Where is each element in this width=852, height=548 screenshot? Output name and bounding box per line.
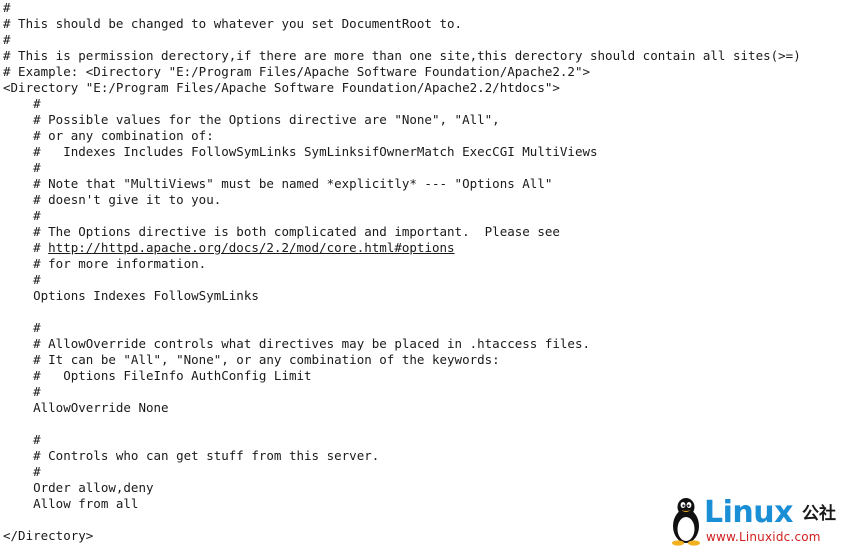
code-line-text: # The Options directive is both complica…	[3, 224, 560, 239]
code-line: #	[0, 208, 852, 224]
code-line: #	[0, 96, 852, 112]
watermark-brand-cn: 公社	[802, 504, 836, 524]
code-line-text: #	[3, 160, 41, 175]
code-line: # This is permission derectory,if there …	[0, 48, 852, 64]
code-line: # AllowOverride controls what directives…	[0, 336, 852, 352]
code-line-text: #	[3, 96, 41, 111]
code-line-text: #	[3, 432, 41, 447]
code-line-text: # Note that "MultiViews" must be named *…	[3, 176, 553, 191]
code-line-text: # AllowOverride controls what directives…	[3, 336, 590, 351]
code-line: # doesn't give it to you.	[0, 192, 852, 208]
code-line: # for more information.	[0, 256, 852, 272]
code-line-text: #	[3, 208, 41, 223]
code-line-text: # This should be changed to whatever you…	[3, 16, 463, 31]
code-line: #	[0, 320, 852, 336]
code-line-text: #	[3, 320, 41, 335]
code-line-text: # Options FileInfo AuthConfig Limit	[3, 368, 312, 383]
code-line-text: # Indexes Includes FollowSymLinks SymLin…	[3, 144, 598, 159]
code-link[interactable]: http://httpd.apache.org/docs/2.2/mod/cor…	[48, 240, 454, 255]
code-line-text: # for more information.	[3, 256, 207, 271]
code-line-text: # doesn't give it to you.	[3, 192, 222, 207]
code-line-text: Options Indexes FollowSymLinks	[3, 288, 259, 303]
code-line: #	[0, 464, 852, 480]
penguin-icon	[672, 498, 700, 546]
code-line: # It can be "All", "None", or any combin…	[0, 352, 852, 368]
code-line-text: Order allow,deny	[3, 480, 154, 495]
code-line: <Directory "E:/Program Files/Apache Soft…	[0, 80, 852, 96]
code-line: #	[0, 32, 852, 48]
watermark-brand: Linux	[704, 495, 793, 530]
code-line: # The Options directive is both complica…	[0, 224, 852, 240]
code-line: AllowOverride None	[0, 400, 852, 416]
code-line-text: #	[3, 32, 11, 47]
code-line-text: </Directory>	[3, 528, 94, 543]
code-line-text: #	[3, 240, 49, 255]
code-line: #	[0, 160, 852, 176]
code-line-text: Allow from all	[3, 496, 139, 511]
code-line-text: # Controls who can get stuff from this s…	[3, 448, 380, 463]
code-line: # This should be changed to whatever you…	[0, 16, 852, 32]
code-line: Order allow,deny	[0, 480, 852, 496]
site-watermark: Linux 公社 www.Linuxidc.com	[668, 496, 846, 546]
code-line: #	[0, 432, 852, 448]
code-line: # Possible values for the Options direct…	[0, 112, 852, 128]
code-line-text: #	[3, 464, 41, 479]
code-line-text: # This is permission derectory,if there …	[3, 48, 801, 63]
code-line: # http://httpd.apache.org/docs/2.2/mod/c…	[0, 240, 852, 256]
watermark-url: www.Linuxidc.com	[706, 530, 821, 544]
code-line-text: # Example: <Directory "E:/Program Files/…	[3, 64, 590, 79]
code-line: Options Indexes FollowSymLinks	[0, 288, 852, 304]
code-line-text: #	[3, 272, 41, 287]
code-line-text: # Possible values for the Options direct…	[3, 112, 500, 127]
code-line-text: #	[3, 384, 41, 399]
code-line: #	[0, 272, 852, 288]
text-editor[interactable]: # # This should be changed to whatever yo…	[0, 0, 852, 548]
code-line: #	[0, 384, 852, 400]
code-line: #	[0, 0, 852, 16]
code-line-text: # or any combination of:	[3, 128, 214, 143]
code-line: # Indexes Includes FollowSymLinks SymLin…	[0, 144, 852, 160]
code-line: # Note that "MultiViews" must be named *…	[0, 176, 852, 192]
code-line-text: # It can be "All", "None", or any combin…	[3, 352, 500, 367]
code-line-text: AllowOverride None	[3, 400, 169, 415]
code-line: # Options FileInfo AuthConfig Limit	[0, 368, 852, 384]
code-line-text: <Directory "E:/Program Files/Apache Soft…	[3, 80, 560, 95]
code-line: # Controls who can get stuff from this s…	[0, 448, 852, 464]
code-line-text: #	[3, 0, 11, 15]
code-line: # Example: <Directory "E:/Program Files/…	[0, 64, 852, 80]
code-area[interactable]: # # This should be changed to whatever yo…	[0, 0, 852, 544]
code-line: # or any combination of:	[0, 128, 852, 144]
